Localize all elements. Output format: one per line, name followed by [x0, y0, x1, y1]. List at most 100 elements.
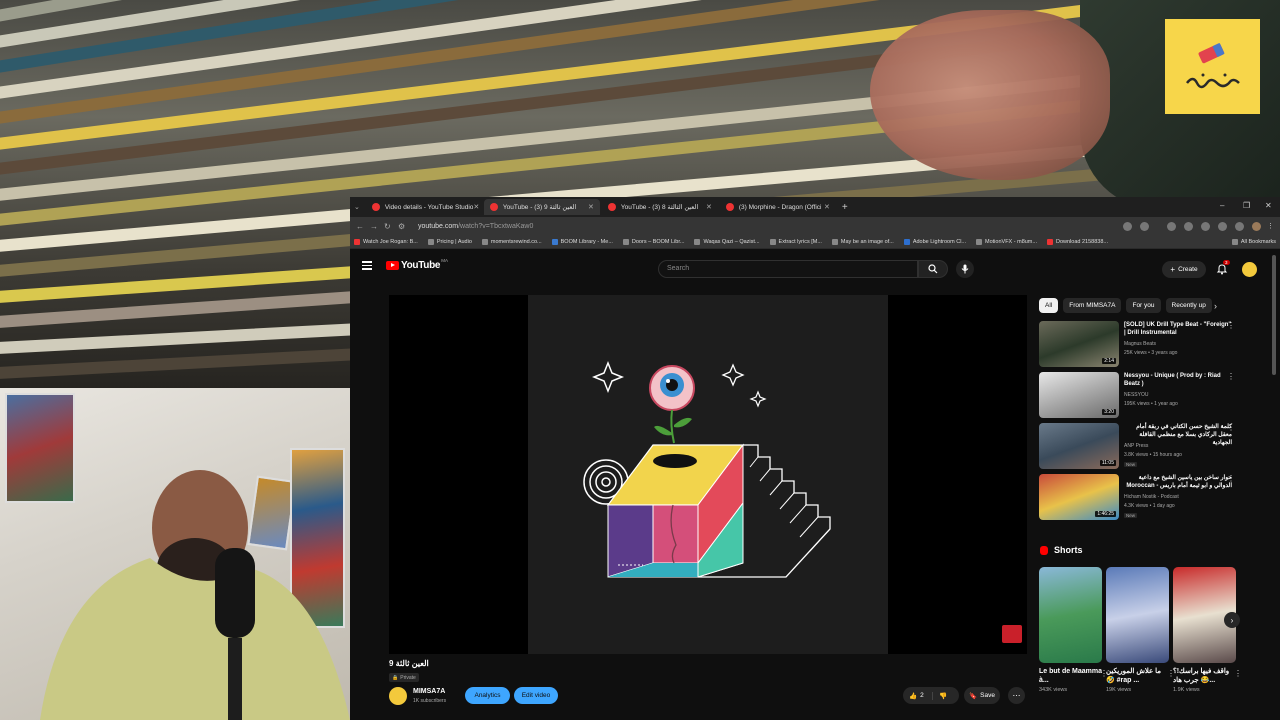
- recommended-video[interactable]: 1:46:25 حوار ساخن بين ياسين الشيخ مع داع…: [1039, 474, 1269, 522]
- back-icon[interactable]: ←: [356, 222, 370, 231]
- bookmark-item[interactable]: MotionVFX - m8um...: [976, 238, 1037, 245]
- microphone-icon: [961, 264, 969, 274]
- address-bar: ← → ↻ ⚙ youtube.com/watch?v=TbcxtwaKaw0 …: [350, 217, 1280, 235]
- recommended-video[interactable]: 3:20 Nessyou - Unique ( Prod by : Riad B…: [1039, 372, 1269, 420]
- site-info-icon[interactable]: ⚙: [398, 222, 412, 231]
- video-thumbnail: 1:46:25: [1039, 474, 1119, 520]
- chip-recently-uploaded[interactable]: Recently up: [1165, 298, 1212, 313]
- shorts-logo-icon: [1040, 545, 1048, 555]
- youtube-page: YouTube MA Search + Create 3 العين ثالثة…: [350, 249, 1280, 720]
- like-button[interactable]: 👍 2: [903, 691, 933, 700]
- screen: ⌄ Video details - YouTube Studio ✕ YouTub…: [0, 0, 1280, 720]
- window-close-button[interactable]: ✕: [1265, 201, 1272, 210]
- tab-bar: ⌄ Video details - YouTube Studio ✕ YouTub…: [350, 197, 1280, 217]
- close-icon[interactable]: ✕: [473, 203, 479, 211]
- profile-avatar[interactable]: [1252, 221, 1261, 231]
- short-video[interactable]: Le but de Maamma à... 343K views ⋮: [1039, 567, 1108, 693]
- chevron-right-icon[interactable]: ›: [1224, 612, 1240, 628]
- minimize-button[interactable]: –: [1220, 201, 1224, 210]
- new-tab-button[interactable]: +: [842, 202, 848, 213]
- tab-studio[interactable]: Video details - YouTube Studio ✕: [366, 199, 482, 215]
- tab-current-video[interactable]: YouTube - (3) العين ثالثة 9 ✕: [483, 199, 600, 215]
- bookmark-star-icon[interactable]: [1140, 221, 1149, 231]
- video-thumbnail: 2:14: [1039, 321, 1119, 367]
- chip-all[interactable]: All: [1039, 298, 1059, 313]
- more-options-icon[interactable]: ⋮: [1227, 474, 1235, 483]
- bookmark-item[interactable]: Watch Joe Rogan: B...: [354, 238, 418, 245]
- more-options-icon[interactable]: ⋮: [1227, 372, 1235, 381]
- save-button[interactable]: 🔖 Save: [964, 687, 1000, 704]
- bookmark-item[interactable]: Extract lyrics [M...: [769, 238, 822, 245]
- bookmark-item[interactable]: Adobe Lightroom Cl...: [903, 238, 966, 245]
- short-video[interactable]: واقف فيها براسك!؟ 😂 جرب هاد... 1.9K view…: [1173, 567, 1242, 693]
- close-icon[interactable]: ✕: [706, 203, 712, 211]
- browser-menu-icon[interactable]: ⋮: [1267, 222, 1274, 230]
- all-bookmarks[interactable]: All Bookmarks: [1231, 238, 1276, 245]
- channel-watermark-icon[interactable]: [1002, 625, 1022, 643]
- recommended-video[interactable]: 2:14 [SOLD] UK Drill Type Beat - "Foreig…: [1039, 321, 1269, 369]
- bookmark-item[interactable]: Pricing | Audio: [427, 238, 472, 245]
- dislike-button[interactable]: 👎: [933, 692, 947, 700]
- video-artwork: [528, 295, 888, 654]
- analytics-button[interactable]: Analytics: [465, 687, 510, 704]
- youtube-favicon-icon: [489, 203, 498, 211]
- close-icon[interactable]: ✕: [824, 203, 830, 211]
- thumbs-down-icon: 👎: [939, 692, 948, 700]
- video-title: العين ثالثة 9: [389, 659, 429, 668]
- search-button[interactable]: [918, 260, 948, 278]
- search-input[interactable]: Search: [658, 260, 918, 278]
- url-field[interactable]: youtube.com/watch?v=TbcxtwaKaw0: [418, 223, 1115, 230]
- short-thumbnail: [1106, 567, 1169, 663]
- create-button[interactable]: + Create: [1162, 261, 1206, 278]
- chip-from-channel[interactable]: From MIMSA7A: [1063, 298, 1122, 313]
- short-video[interactable]: ما علاش الموريكين 🤣 #rap ... 19K views ⋮: [1106, 567, 1175, 693]
- extension-icon[interactable]: [1167, 221, 1176, 231]
- sidepanel-icon[interactable]: [1235, 221, 1244, 231]
- account-avatar[interactable]: [1242, 262, 1257, 277]
- forward-icon[interactable]: →: [370, 222, 384, 231]
- eraser-logo-icon: [1185, 42, 1240, 88]
- channel-name[interactable]: MIMSA7A: [413, 688, 445, 695]
- more-options-icon[interactable]: ⋮: [1234, 669, 1242, 678]
- chevron-right-icon[interactable]: ›: [1214, 301, 1217, 311]
- hand: [870, 10, 1110, 180]
- video-thumbnail: 3:20: [1039, 372, 1119, 418]
- more-options-icon[interactable]: ⋮: [1227, 423, 1235, 432]
- privacy-badge: 🔒 Private: [389, 673, 419, 682]
- page-scrollbar[interactable]: [1272, 255, 1276, 375]
- extension-icon[interactable]: [1184, 221, 1193, 231]
- more-actions-icon[interactable]: ⋯: [1008, 687, 1025, 704]
- cast-icon[interactable]: [1123, 221, 1132, 231]
- tab-video-8[interactable]: YouTube - (3) العين الثالثة 8 ✕: [602, 199, 718, 215]
- webcam-feed: [0, 388, 350, 720]
- youtube-favicon-icon: [607, 203, 616, 211]
- bookmark-item[interactable]: Waqas Qazi – Qazist...: [694, 238, 760, 245]
- video-player[interactable]: [389, 295, 1027, 654]
- tab-morphine[interactable]: (3) Morphine - Dragon (Offici ✕: [720, 199, 836, 215]
- bookmark-item[interactable]: Doors – BOOM Libr...: [622, 238, 684, 245]
- reload-icon[interactable]: ↻: [384, 222, 398, 231]
- chip-for-you[interactable]: For you: [1126, 298, 1161, 313]
- youtube-logo[interactable]: YouTube MA: [386, 258, 448, 271]
- channel-avatar[interactable]: [389, 687, 407, 705]
- short-thumbnail: [1039, 567, 1102, 663]
- close-icon[interactable]: ✕: [588, 203, 594, 211]
- person-silhouette: [40, 470, 350, 720]
- bookmark-item[interactable]: momentsrewind.co...: [481, 238, 542, 245]
- more-options-icon[interactable]: ⋮: [1227, 321, 1235, 330]
- voice-search-button[interactable]: [956, 260, 974, 278]
- extension-icon[interactable]: [1201, 221, 1210, 231]
- search-icon: [928, 264, 938, 274]
- extensions-puzzle-icon[interactable]: [1218, 221, 1227, 231]
- recommended-video[interactable]: 11:05 كلمة الشيخ حسن الكتاني في ربقة أما…: [1039, 423, 1269, 471]
- sparkle-icon: [591, 360, 625, 394]
- youtube-play-icon: [386, 261, 399, 270]
- shorts-heading: Shorts: [1040, 545, 1083, 555]
- hamburger-menu-icon[interactable]: [362, 261, 372, 270]
- maximize-button[interactable]: ❐: [1243, 201, 1250, 210]
- bookmark-item[interactable]: Download 2158838...: [1046, 238, 1108, 245]
- bookmark-item[interactable]: May be an image of...: [831, 238, 894, 245]
- edit-video-button[interactable]: Edit video: [514, 687, 558, 704]
- bookmark-item[interactable]: BOOM Library - Me...: [551, 238, 613, 245]
- tab-list-icon[interactable]: ⌄: [354, 203, 360, 211]
